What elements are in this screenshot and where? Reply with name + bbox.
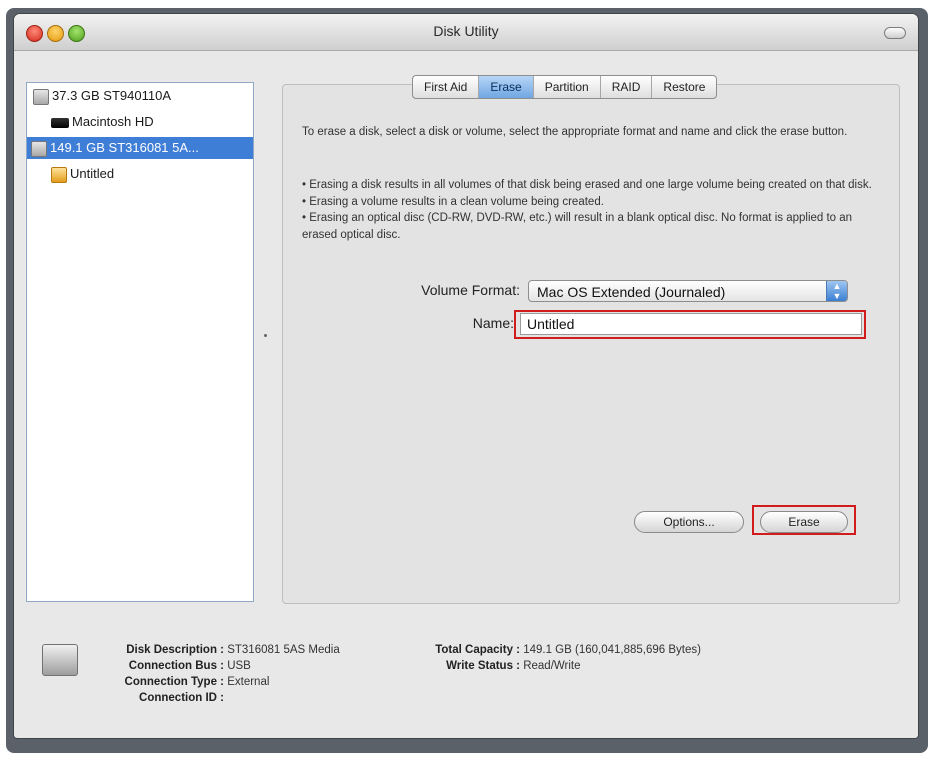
toolbar-toggle-button[interactable] [884,27,906,39]
sidebar-item-untitled[interactable]: Untitled [51,163,114,185]
total-capacity-value: 149.1 GB (160,041,885,696 Bytes) [523,644,701,656]
window-title: Disk Utility [433,23,499,39]
tab-restore[interactable]: Restore [652,76,716,98]
erase-notes: • Erasing a disk results in all volumes … [302,177,878,243]
chevron-up-down-icon: ▲ ▼ [826,281,847,301]
hard-drive-icon [51,117,69,128]
connection-bus-label: Connection Bus : [128,660,224,672]
disk-icon [31,140,47,157]
sidebar-item-disk-2[interactable]: 149.1 GB ST316081 5A... [27,137,253,159]
erase-note: • Erasing a volume results in a clean vo… [302,195,604,208]
connection-type-value: External [227,676,270,688]
erase-note: • Erasing an optical disc (CD-RW, DVD-RW… [302,212,853,241]
sidebar-item-macintosh-hd[interactable]: Macintosh HD [51,111,154,133]
sidebar-item-label: Macintosh HD [72,114,154,129]
disk-info-left: Disk Description : ST316081 5AS Media Co… [98,642,340,706]
write-status-label: Write Status : [446,660,520,672]
tab-partition[interactable]: Partition [534,76,601,98]
sidebar-item-disk-1[interactable]: 37.3 GB ST940110A [33,85,171,107]
volume-icon [51,166,67,183]
name-label: Name: [472,315,514,331]
sidebar-item-label: 149.1 GB ST316081 5A... [50,140,199,155]
tab-bar: First Aid Erase Partition RAID Restore [412,75,718,99]
tab-first-aid[interactable]: First Aid [413,76,480,98]
volume-format-value: Mac OS Extended (Journaled) [537,284,726,300]
write-status-value: Read/Write [523,660,581,672]
disk-list[interactable]: 37.3 GB ST940110A Macintosh HD 149.1 GB … [26,82,254,602]
volume-format-select[interactable]: Mac OS Extended (Journaled) ▲ ▼ [528,280,848,302]
title-bar: Disk Utility [14,14,918,51]
disk-icon [42,644,78,676]
tab-raid[interactable]: RAID [601,76,653,98]
disk-icon [33,88,49,105]
sidebar-item-label: Untitled [70,166,115,181]
connection-bus-value: USB [227,660,251,672]
disk-info-right: Total Capacity : 149.1 GB (160,041,885,6… [408,642,701,674]
highlight-box-erase [752,505,856,535]
volume-format-label: Volume Format: [421,282,520,298]
connection-type-label: Connection Type : [124,676,224,688]
tab-erase[interactable]: Erase [479,76,534,98]
total-capacity-label: Total Capacity : [435,644,520,656]
erase-note: • Erasing a disk results in all volumes … [302,179,872,191]
disk-description-label: Disk Description : [126,644,224,656]
disk-description-value: ST316081 5AS Media [227,644,340,656]
options-button[interactable]: Options... [634,511,744,533]
erase-instructions: To erase a disk, select a disk or volume… [302,126,848,138]
highlight-box-name [514,310,866,339]
sidebar-item-label: 37.3 GB ST940110A [52,88,172,103]
connection-id-label: Connection ID : [139,692,224,704]
disk-utility-window: Disk Utility 37.3 GB ST940110A Macintosh… [14,14,918,738]
split-view-handle[interactable] [264,334,267,337]
